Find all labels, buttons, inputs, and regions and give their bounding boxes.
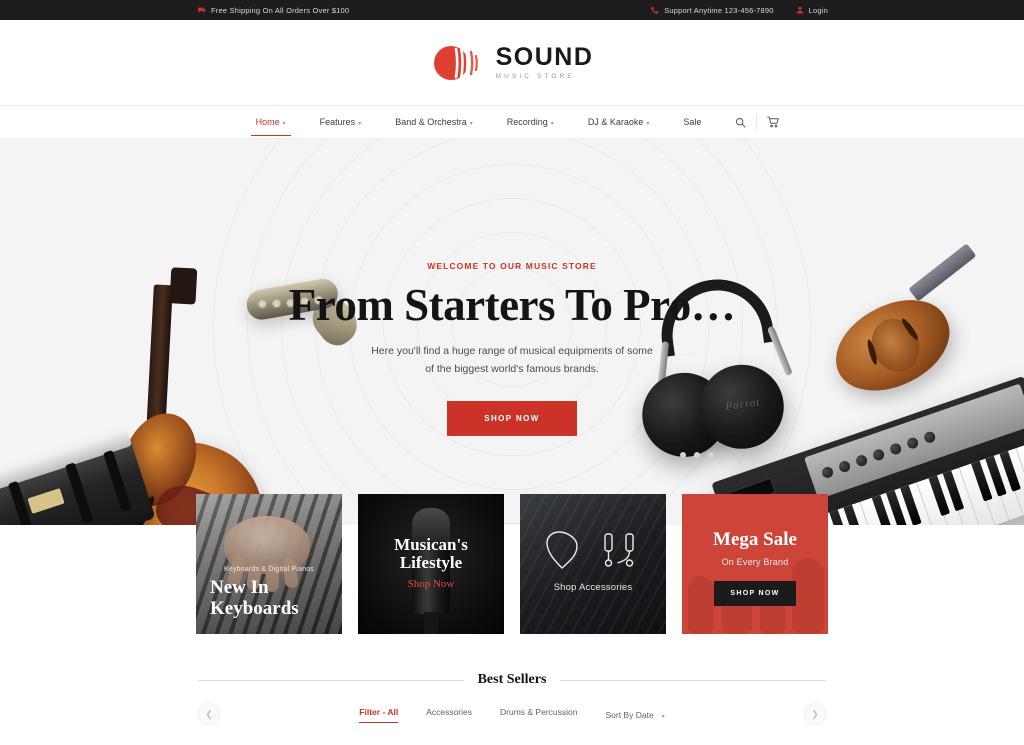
promo-card-keyboards[interactable]: Keyboards & Digital Pianos New In Keyboa… bbox=[196, 494, 342, 634]
nav-label-band-orchestra: Band & Orchestra bbox=[395, 117, 467, 127]
promo-link-lifestyle[interactable]: Shop Now bbox=[358, 578, 504, 590]
carousel-dot[interactable] bbox=[680, 452, 686, 458]
promo-card-row: Keyboards & Digital Pianos New In Keyboa… bbox=[0, 494, 1024, 634]
nav-item-recording[interactable]: Recording ▾ bbox=[490, 117, 571, 127]
sort-by-date-dropdown[interactable]: Sort By Date ▾ bbox=[605, 710, 664, 720]
hero-subtitle-line1: Here you'll find a huge range of musical… bbox=[371, 345, 653, 357]
best-sellers-section: Best Sellers ❮ Filter - All Accessories … bbox=[0, 672, 1024, 725]
promo-label-accessories: Shop Accessories bbox=[553, 582, 633, 593]
best-sellers-filters: ❮ Filter - All Accessories Drums & Percu… bbox=[0, 703, 1024, 725]
nav-item-band-orchestra[interactable]: Band & Orchestra ▾ bbox=[378, 117, 490, 127]
cart-icon[interactable] bbox=[761, 110, 785, 134]
topbar-left-group: Free Shipping On All Orders Over $100 bbox=[198, 6, 349, 15]
nav-item-features[interactable]: Features ▾ bbox=[303, 117, 379, 127]
chevron-right-icon[interactable]: ❯ bbox=[804, 703, 826, 725]
microphone-stand bbox=[424, 612, 438, 634]
hero-shop-now-button[interactable]: SHOP NOW bbox=[447, 400, 577, 436]
nav-tools-divider bbox=[756, 114, 758, 130]
nav-tools bbox=[728, 110, 785, 134]
guitar-pick-icon bbox=[545, 530, 579, 577]
chevron-left-icon[interactable]: ❮ bbox=[198, 703, 220, 725]
hero-content: WELCOME TO OUR MUSIC STORE From Starters… bbox=[0, 261, 1024, 436]
nav-label-recording: Recording bbox=[506, 117, 548, 127]
chevron-down-icon: ▾ bbox=[550, 120, 554, 127]
free-shipping-text: Free Shipping On All Orders Over $100 bbox=[211, 5, 350, 15]
accessory-icons bbox=[520, 530, 666, 577]
promo-card-mega-sale[interactable]: Mega Sale On Every Brand SHOP NOW bbox=[682, 494, 828, 634]
filter-all[interactable]: Filter - All bbox=[359, 707, 398, 723]
sort-label: Sort By Date bbox=[605, 710, 654, 720]
hero-subtitle-line2: of the biggest world's famous brands. bbox=[425, 363, 599, 376]
chevron-down-icon: ▾ bbox=[282, 120, 286, 127]
sound-wave-logo-icon bbox=[431, 41, 487, 85]
nav-label-home: Home bbox=[255, 117, 280, 127]
promo-shop-now-button[interactable]: SHOP NOW bbox=[714, 580, 796, 606]
login-text: Login bbox=[808, 5, 828, 15]
main-navigation: Home ▾ Features ▾ Band & Orchestra ▾ Rec… bbox=[0, 105, 1024, 139]
nav-item-dj-karaoke[interactable]: DJ & Karaoke ▾ bbox=[571, 117, 667, 127]
promo-kicker-keyboards: Keyboards & Digital Pianos bbox=[223, 566, 315, 573]
promo-title-keyboards-line1: New In bbox=[210, 577, 269, 598]
nav-label-sale: Sale bbox=[683, 117, 702, 127]
hero-eyebrow: WELCOME TO OUR MUSIC STORE bbox=[427, 261, 597, 271]
best-sellers-title: Best Sellers bbox=[477, 672, 547, 687]
logo-title: SOUND bbox=[495, 42, 594, 71]
chevron-down-icon: ▾ bbox=[661, 713, 665, 720]
promo-title-lifestyle-line2: Lifestyle bbox=[399, 553, 463, 573]
best-sellers-header: Best Sellers bbox=[0, 672, 1024, 688]
logo-text-group: SOUND MUSIC STORE bbox=[495, 42, 594, 81]
promo-subtitle-mega-sale: On Every Brand bbox=[721, 556, 789, 567]
promo-title-lifestyle-line1: Musican's bbox=[394, 535, 468, 554]
promo-card-accessories[interactable]: Shop Accessories bbox=[520, 494, 666, 634]
support-text: Support Anytime 123-456-7890 bbox=[664, 5, 774, 15]
divider-right bbox=[560, 679, 827, 681]
hero-title: From Starters To Pro… bbox=[288, 280, 736, 330]
truck-icon bbox=[198, 6, 206, 14]
chevron-down-icon: ▾ bbox=[646, 120, 650, 127]
top-announcement-bar: Free Shipping On All Orders Over $100 Su… bbox=[0, 0, 1024, 20]
nav-items: Home ▾ Features ▾ Band & Orchestra ▾ Rec… bbox=[239, 110, 786, 136]
phone-icon bbox=[651, 6, 659, 14]
hero-banner: Parrot WELCOME TO OUR MUSIC STORE From S… bbox=[0, 139, 1024, 525]
support-phone[interactable]: Support Anytime 123-456-7890 bbox=[651, 6, 773, 15]
promo-title-mega-sale: Mega Sale bbox=[713, 529, 797, 550]
page-root: Free Shipping On All Orders Over $100 Su… bbox=[0, 0, 1024, 745]
nav-label-features: Features bbox=[319, 117, 356, 127]
carousel-dot[interactable] bbox=[694, 452, 700, 458]
hero-subtitle: Here you'll find a huge range of musical… bbox=[0, 342, 1024, 379]
topbar-right-group: Support Anytime 123-456-7890 Login bbox=[651, 6, 828, 15]
logo-bar: SOUND MUSIC STORE bbox=[0, 20, 1024, 105]
chevron-down-icon: ▾ bbox=[358, 120, 362, 127]
audio-cable-icon bbox=[599, 530, 641, 577]
carousel-dots[interactable] bbox=[680, 452, 714, 458]
user-icon bbox=[796, 6, 804, 14]
site-logo[interactable]: SOUND MUSIC STORE bbox=[431, 41, 594, 85]
chevron-down-icon: ▾ bbox=[469, 120, 473, 127]
nav-label-dj-karaoke: DJ & Karaoke bbox=[587, 117, 644, 127]
promo-card-lifestyle[interactable]: Musican's Lifestyle Shop Now bbox=[358, 494, 504, 634]
filter-drums-percussion[interactable]: Drums & Percussion bbox=[500, 707, 577, 723]
search-icon[interactable] bbox=[728, 110, 752, 134]
promo-title-keyboards-line2: Keyboards bbox=[210, 597, 299, 619]
nav-item-home[interactable]: Home ▾ bbox=[239, 117, 303, 136]
divider-left bbox=[198, 679, 464, 681]
carousel-dot[interactable] bbox=[708, 452, 714, 458]
nav-item-sale[interactable]: Sale bbox=[666, 117, 718, 127]
logo-subtitle: MUSIC STORE bbox=[495, 72, 575, 80]
filter-accessories[interactable]: Accessories bbox=[426, 707, 472, 723]
login-link[interactable]: Login bbox=[796, 6, 828, 15]
